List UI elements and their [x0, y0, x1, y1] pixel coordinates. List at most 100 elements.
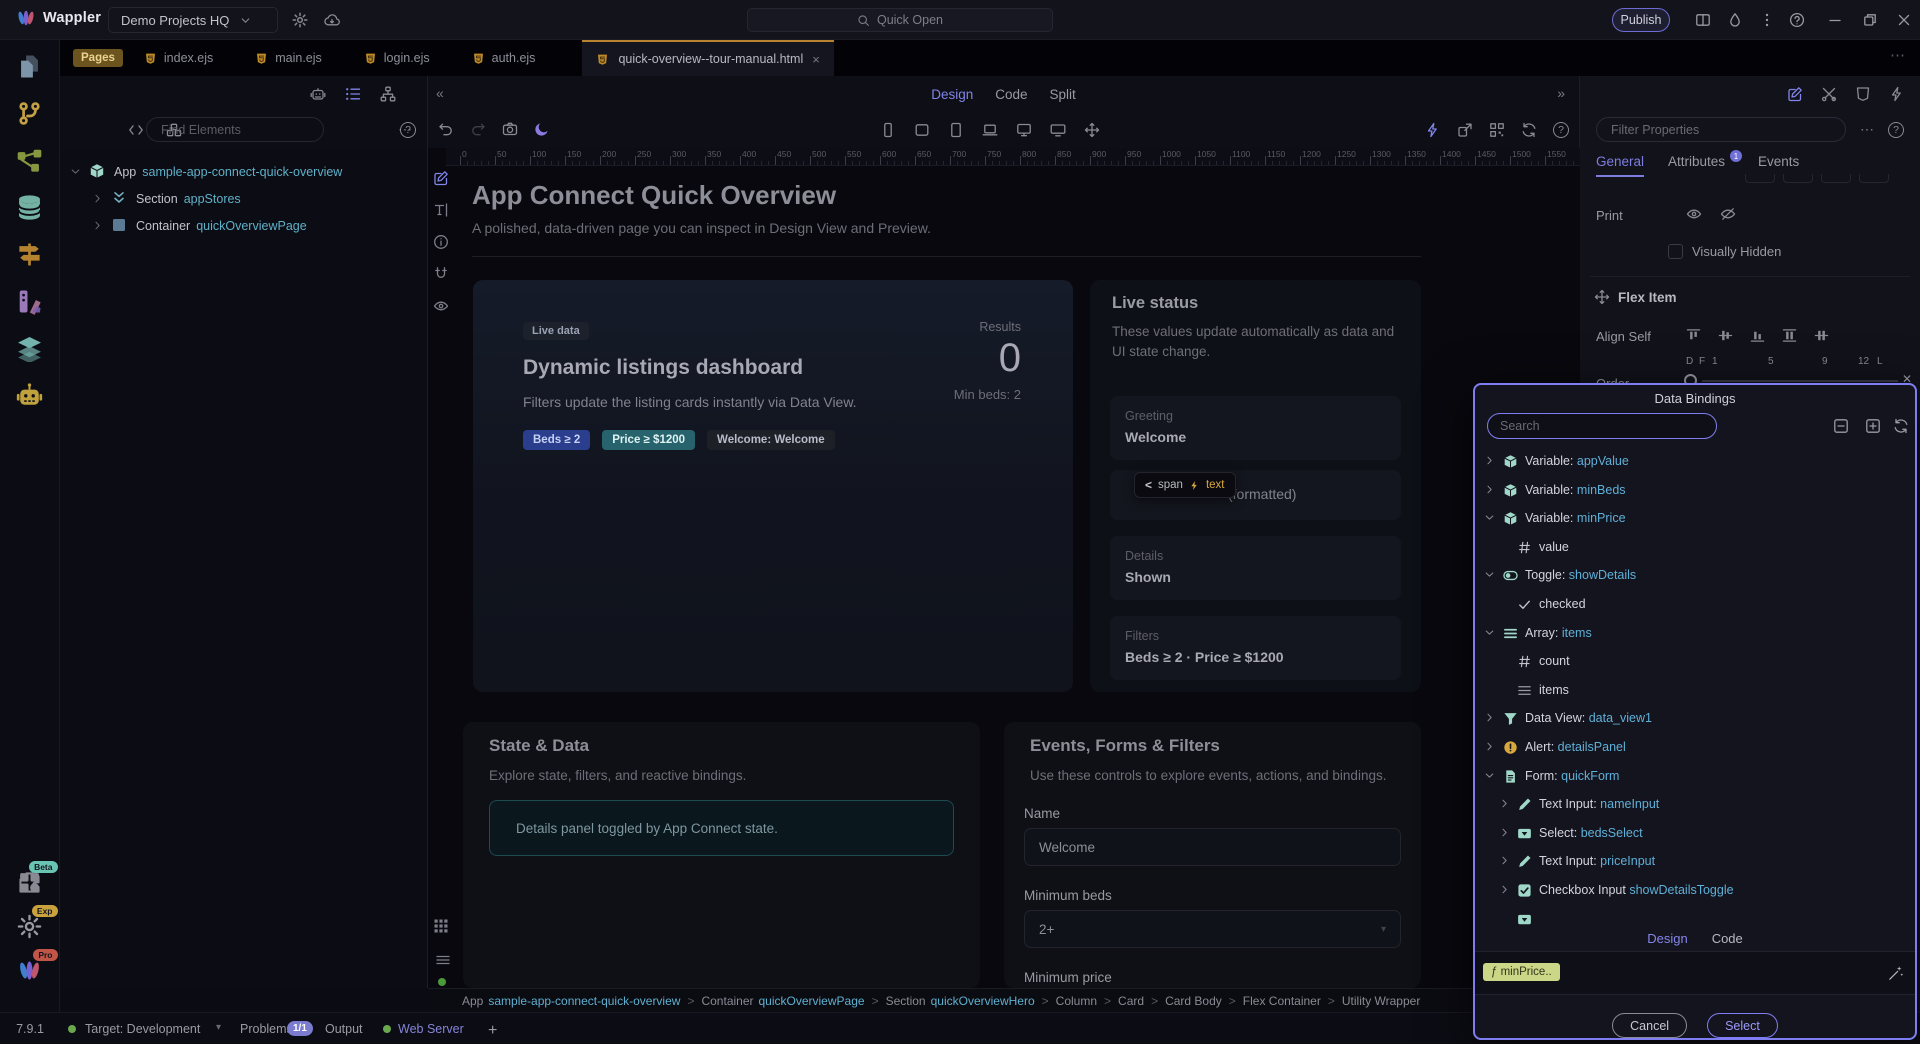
breadcrumb-item[interactable]: Column — [1056, 994, 1097, 1008]
outline-view-icon[interactable] — [435, 952, 449, 966]
device-laptop-icon[interactable] — [982, 122, 999, 139]
binding-tree-item[interactable]: Select: bedsSelect — [1475, 819, 1915, 848]
chevron-right-icon[interactable] — [1484, 712, 1495, 723]
wappler-icon[interactable]: Pro — [14, 954, 46, 986]
binding-tree-item[interactable]: Variable: appValue — [1475, 447, 1915, 476]
redo-icon[interactable] — [470, 121, 487, 138]
ai-chat-icon[interactable] — [310, 86, 327, 103]
binding-tree-item[interactable]: Form: quickForm — [1475, 762, 1915, 791]
app-structure-icon[interactable] — [345, 86, 362, 103]
target-selector[interactable]: Target: Development — [85, 1022, 200, 1036]
more-options-icon[interactable]: ⋯ — [1860, 121, 1874, 138]
align-start-icon[interactable] — [1686, 328, 1701, 343]
tree-item-app[interactable]: App sample-app-connect-quick-overview — [60, 158, 427, 185]
database-icon[interactable] — [14, 191, 46, 223]
device-monitor-icon[interactable] — [1050, 122, 1067, 139]
chevron-down-icon[interactable] — [70, 166, 82, 178]
binding-tree-item[interactable]: count — [1475, 647, 1915, 676]
align-baseline-icon[interactable] — [1814, 328, 1829, 343]
magic-wand-icon[interactable] — [1888, 965, 1905, 982]
refresh-icon[interactable] — [1521, 122, 1538, 139]
close-tab-icon[interactable]: × — [812, 52, 820, 67]
quick-open-search[interactable]: Quick Open — [747, 8, 1053, 32]
visibility-tool-icon[interactable] — [433, 298, 451, 316]
active-file-tab[interactable]: quick-overview--tour-manual.html × — [582, 40, 833, 76]
expand-all-icon[interactable] — [1865, 418, 1881, 434]
filter-properties-input[interactable] — [1596, 117, 1846, 142]
help-icon[interactable]: ? — [400, 122, 416, 138]
actions-bolt-icon[interactable] — [1889, 86, 1906, 103]
design-mode-tab[interactable]: Design — [931, 87, 973, 102]
ai-assistant-icon[interactable] — [14, 379, 46, 411]
binding-tree-item[interactable]: Toggle: showDetails — [1475, 561, 1915, 590]
beds-select[interactable]: 2+▾ — [1024, 910, 1401, 948]
binding-tree-item[interactable]: Data View: data_view1 — [1475, 704, 1915, 733]
binding-tree-item[interactable]: Text Input: nameInput — [1475, 790, 1915, 819]
expression-chip[interactable]: ƒ minPrice.. — [1483, 963, 1560, 981]
align-end-icon[interactable] — [1750, 328, 1765, 343]
kebab-menu-icon[interactable] — [1759, 12, 1775, 28]
binding-tree-item[interactable]: Array: items — [1475, 619, 1915, 648]
breadcrumb-item[interactable]: Card Body — [1165, 994, 1222, 1008]
breadcrumb-item[interactable]: Card — [1118, 994, 1144, 1008]
help-icon[interactable] — [1789, 12, 1805, 28]
pages-badge[interactable]: Pages — [73, 49, 123, 67]
dom-tree-icon[interactable] — [380, 86, 397, 103]
help-icon[interactable]: ? — [1888, 122, 1904, 138]
min-price-item[interactable]: < span text (formatted) — [1110, 470, 1401, 520]
gear-icon[interactable] — [292, 12, 309, 29]
binding-tree-item[interactable]: items — [1475, 676, 1915, 705]
edit-element-icon[interactable] — [1787, 86, 1804, 103]
device-phone-icon[interactable] — [880, 122, 897, 139]
modal-code-tab[interactable]: Code — [1712, 931, 1743, 946]
share-preview-icon[interactable] — [1457, 122, 1474, 139]
file-tab[interactable]: index.ejs — [123, 40, 234, 76]
name-field[interactable]: Welcome — [1024, 828, 1401, 866]
layers-icon[interactable] — [14, 332, 46, 364]
slice-tool-icon[interactable] — [1821, 86, 1838, 103]
order-slider-track[interactable] — [1702, 380, 1898, 382]
tree-item-section[interactable]: Section appStores — [60, 185, 427, 212]
select-button[interactable]: Select — [1707, 1013, 1778, 1038]
extensions-icon[interactable]: Beta — [14, 866, 46, 898]
binding-tree-item[interactable] — [1475, 905, 1915, 926]
webserver-tab[interactable]: Web Server — [398, 1022, 464, 1036]
greeting-item[interactable]: Greeting Welcome — [1110, 396, 1401, 460]
help-icon[interactable]: ? — [1553, 122, 1569, 138]
chevron-right-icon[interactable] — [1484, 455, 1495, 466]
publish-button[interactable]: Publish — [1612, 8, 1670, 32]
breadcrumb-item[interactable]: Flex Container — [1243, 994, 1321, 1008]
chevron-down-icon[interactable] — [1484, 770, 1495, 781]
events-card[interactable]: Events, Forms & Filters Use these contro… — [1004, 722, 1421, 988]
chevron-down-icon[interactable] — [1484, 569, 1495, 580]
tree-item-container[interactable]: Container quickOverviewPage — [60, 212, 427, 239]
hero-chip[interactable]: Beds ≥ 2 — [523, 430, 590, 450]
problems-button[interactable]: Problems — [240, 1022, 293, 1036]
live-actions-icon[interactable] — [1425, 122, 1442, 139]
git-icon[interactable] — [14, 97, 46, 129]
code-view-icon[interactable] — [128, 122, 145, 139]
qr-code-icon[interactable] — [1489, 122, 1506, 139]
close-button[interactable] — [1896, 12, 1912, 28]
chevron-right-icon[interactable] — [1499, 827, 1510, 838]
minimize-button[interactable] — [1827, 12, 1843, 28]
screenshot-icon[interactable] — [502, 121, 519, 138]
expand-panel-icon[interactable]: » — [1557, 85, 1565, 101]
edit-tool-icon[interactable] — [433, 170, 451, 188]
breadcrumb-item[interactable]: Utility Wrapper — [1342, 994, 1420, 1008]
binding-tree-item[interactable]: Text Input: priceInput — [1475, 847, 1915, 876]
hero-card[interactable]: Live data Dynamic listings dashboard Fil… — [473, 280, 1073, 692]
magnet-tool-icon[interactable] — [433, 266, 451, 284]
live-status-card[interactable]: Live status These values update automati… — [1090, 280, 1421, 692]
binding-tree-item[interactable]: Checkbox Input showDetailsToggle — [1475, 876, 1915, 905]
file-tab[interactable]: auth.ejs — [451, 40, 557, 76]
project-dropdown[interactable]: Demo Projects HQ — [108, 7, 278, 33]
theme-droplet-icon[interactable] — [1727, 12, 1743, 28]
chevron-right-icon[interactable] — [92, 220, 104, 232]
state-data-card[interactable]: State & Data Explore state, filters, and… — [463, 722, 980, 988]
text-tool-icon[interactable] — [433, 202, 451, 220]
dark-mode-icon[interactable] — [534, 121, 551, 138]
file-tab[interactable]: login.ejs — [343, 40, 451, 76]
align-stretch-icon[interactable] — [1782, 328, 1797, 343]
output-button[interactable]: Output — [325, 1022, 363, 1036]
